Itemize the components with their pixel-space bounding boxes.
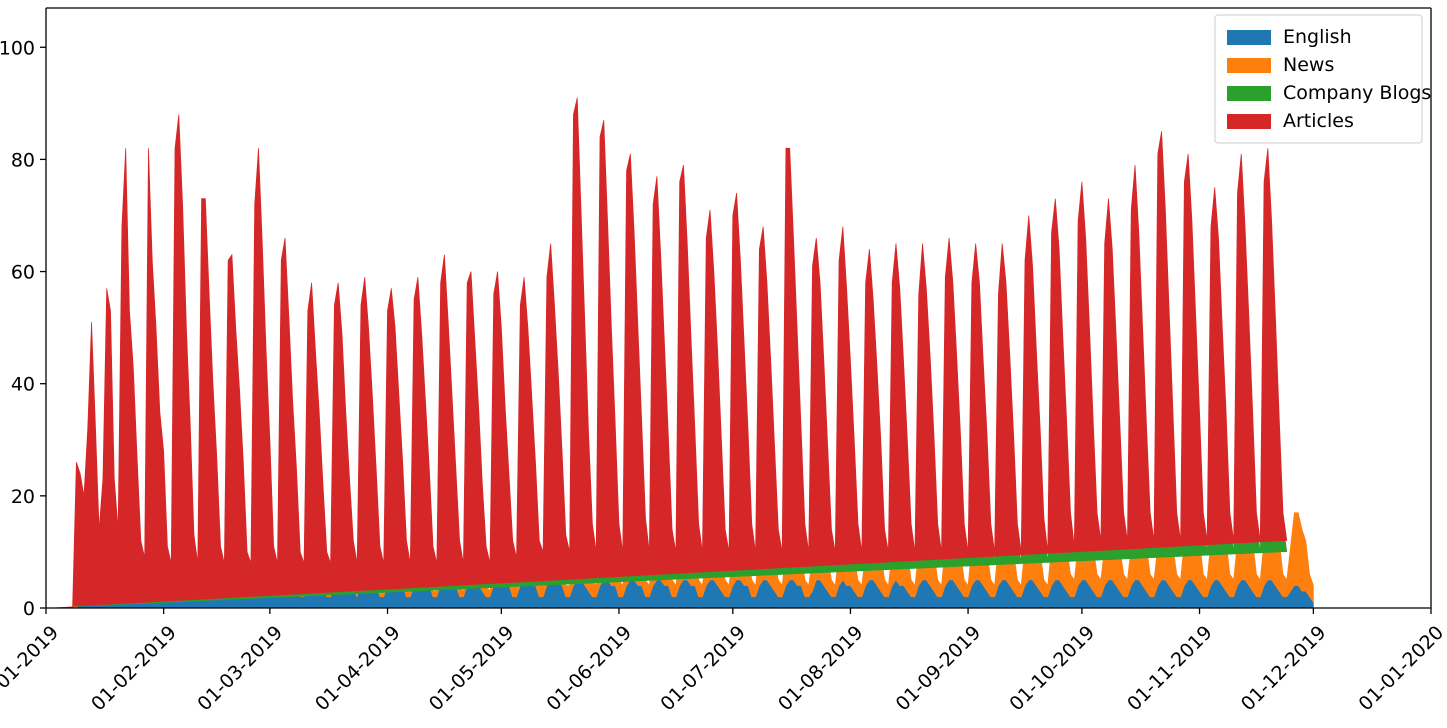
y-tick-label: 40	[11, 374, 35, 396]
x-tick-label: 01-08-2019	[774, 622, 868, 716]
legend: English News Company Blogs Articles	[1214, 14, 1431, 144]
x-tick-label: 01-01-2019	[0, 622, 63, 716]
x-tick-label: 01-05-2019	[425, 622, 519, 716]
legend-swatch	[1227, 58, 1271, 73]
legend-label: Articles	[1283, 110, 1354, 132]
legend-swatch	[1227, 86, 1271, 101]
y-tick-label: 20	[11, 486, 35, 508]
y-tick-label: 0	[23, 598, 35, 620]
stacked-area-chart: 0 20 40 60 80 100 01-01-2019 01-02-2019 01-03-20…	[0, 0, 1447, 728]
y-tick-label: 60	[11, 262, 35, 284]
chart-canvas: 0 20 40 60 80 100 01-01-2019 01-02-2019 01-03-20…	[0, 7, 1447, 715]
legend-swatch	[1227, 114, 1271, 129]
x-tick-label: 01-03-2019	[193, 622, 287, 716]
x-tick-label: 01-01-2020	[1355, 622, 1447, 716]
x-tick-label: 01-07-2019	[656, 622, 750, 716]
x-tick-label: 01-11-2019	[1123, 622, 1217, 716]
x-tick-label: 01-04-2019	[311, 622, 405, 716]
x-tick-label: 01-10-2019	[1005, 622, 1099, 716]
x-tick-label: 01-06-2019	[542, 622, 636, 716]
x-tick-label: 01-12-2019	[1237, 622, 1331, 716]
y-tick-label: 80	[11, 149, 35, 171]
x-tick-label: 01-09-2019	[892, 622, 986, 716]
legend-label: News	[1283, 54, 1334, 76]
legend-label: Company Blogs	[1283, 82, 1431, 104]
y-axis: 0 20 40 60 80 100	[0, 37, 46, 620]
x-axis: 01-01-2019 01-02-2019 01-03-2019 01-04-2019…	[0, 608, 1447, 715]
y-tick-label: 100	[0, 37, 35, 59]
legend-label: English	[1283, 26, 1352, 48]
x-tick-label: 01-02-2019	[87, 622, 181, 716]
legend-swatch	[1227, 30, 1271, 45]
